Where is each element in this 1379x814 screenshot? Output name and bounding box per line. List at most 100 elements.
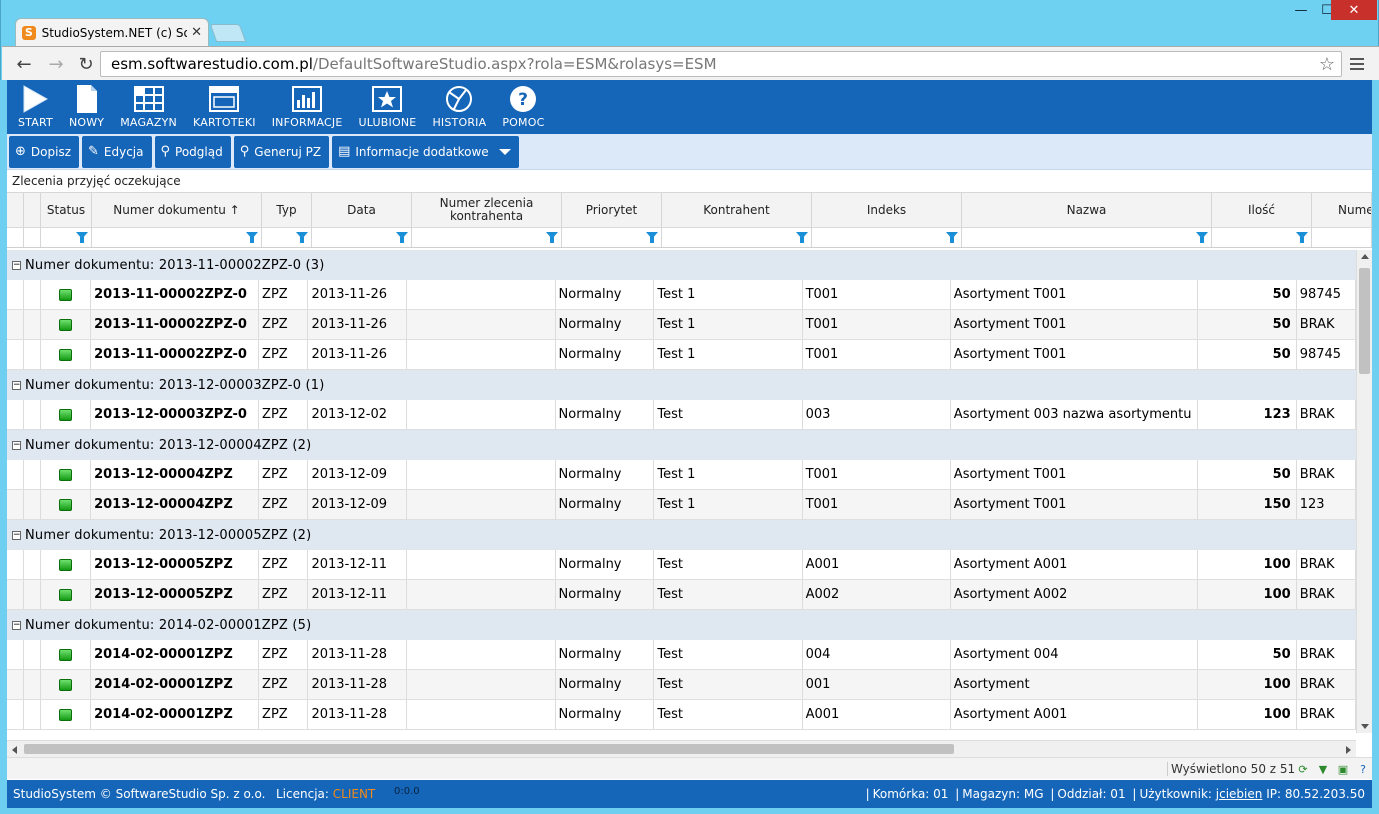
filter-ilosc[interactable] bbox=[1212, 228, 1312, 247]
table-row[interactable]: 2013-12-00005ZPZ ZPZ 2013-12-11 Normalny Tes… bbox=[7, 580, 1356, 610]
filter-icon[interactable] bbox=[796, 232, 808, 243]
save-layout-icon[interactable]: ▣ bbox=[1335, 761, 1351, 777]
filter-numer-zlecenia[interactable] bbox=[412, 228, 562, 247]
col-priorytet[interactable]: Priorytet bbox=[562, 193, 662, 227]
scroll-right-icon[interactable] bbox=[1346, 746, 1351, 754]
filter-nume[interactable] bbox=[1312, 228, 1372, 247]
scroll-thumb[interactable] bbox=[1359, 268, 1370, 374]
collapse-icon[interactable]: − bbox=[12, 380, 21, 390]
nav-start[interactable]: START bbox=[10, 80, 61, 134]
nav-magazyn[interactable]: MAGAZYN bbox=[112, 80, 185, 134]
filter-priorytet[interactable] bbox=[562, 228, 662, 247]
nav-historia[interactable]: HISTORIA bbox=[424, 80, 494, 134]
filter-icon[interactable] bbox=[246, 232, 258, 243]
bookmark-star-icon[interactable]: ☆ bbox=[1319, 54, 1335, 75]
collapse-icon[interactable]: − bbox=[12, 620, 21, 630]
filter-numer[interactable] bbox=[92, 228, 262, 247]
nav-ulubione[interactable]: ULUBIONE bbox=[351, 80, 425, 134]
filter-icon[interactable] bbox=[396, 232, 408, 243]
table-row[interactable]: 2013-12-00005ZPZ ZPZ 2013-12-11 Normalny Tes… bbox=[7, 550, 1356, 580]
nav-pomoc[interactable]: ? POMOC bbox=[494, 80, 552, 134]
export-icon[interactable]: ▼ bbox=[1315, 761, 1331, 777]
add-button[interactable]: ⊕ Dopisz bbox=[9, 135, 79, 168]
table-row[interactable]: 2013-11-00002ZPZ-0 ZPZ 2013-11-26 Normalny T… bbox=[7, 280, 1356, 310]
filter-icon[interactable] bbox=[546, 232, 558, 243]
col-data[interactable]: Data bbox=[312, 193, 412, 227]
browser-tab[interactable]: S StudioSystem.NET (c) Soft ✕ bbox=[15, 18, 209, 46]
minimize-icon[interactable]: — bbox=[1288, 0, 1314, 20]
table-row[interactable]: 2014-02-00001ZPZ ZPZ 2013-11-28 Normalny Tes… bbox=[7, 700, 1356, 730]
filter-icon[interactable] bbox=[76, 232, 88, 243]
filter-data[interactable] bbox=[312, 228, 412, 247]
filter-typ[interactable] bbox=[262, 228, 312, 247]
col-nume[interactable]: Nume bbox=[1312, 193, 1372, 227]
col-indeks[interactable]: Indeks bbox=[812, 193, 962, 227]
scroll-left-icon[interactable] bbox=[12, 746, 17, 754]
table-row[interactable]: 2014-02-00001ZPZ ZPZ 2013-11-28 Normalny Tes… bbox=[7, 640, 1356, 670]
group-row[interactable]: − Numer dokumentu: 2013-11-00002ZPZ-0 (3) bbox=[7, 250, 1356, 280]
scroll-up-icon[interactable] bbox=[1361, 254, 1369, 259]
group-row[interactable]: − Numer dokumentu: 2013-12-00003ZPZ-0 (1) bbox=[7, 370, 1356, 400]
col-numer-dokumentu[interactable]: Numer dokumentu ↑ bbox=[92, 193, 262, 227]
table-row[interactable]: 2013-12-00004ZPZ ZPZ 2013-12-09 Normalny Tes… bbox=[7, 460, 1356, 490]
row-selector[interactable] bbox=[24, 640, 41, 669]
vertical-scrollbar[interactable] bbox=[1356, 250, 1372, 733]
table-row[interactable]: 2013-12-00003ZPZ-0 ZPZ 2013-12-02 Normalny T… bbox=[7, 400, 1356, 430]
col-nazwa[interactable]: Nazwa bbox=[962, 193, 1212, 227]
back-arrow-icon[interactable]: ← bbox=[12, 52, 36, 76]
new-tab-button[interactable] bbox=[209, 24, 247, 42]
filter-icon[interactable] bbox=[1196, 232, 1208, 243]
nav-informacje[interactable]: INFORMACJE bbox=[264, 80, 351, 134]
row-selector[interactable] bbox=[24, 400, 41, 429]
tab-close-icon[interactable]: ✕ bbox=[191, 25, 202, 40]
row-selector[interactable] bbox=[24, 340, 41, 369]
filter-icon[interactable] bbox=[646, 232, 658, 243]
filter-indeks[interactable] bbox=[812, 228, 962, 247]
table-row[interactable]: 2014-02-00001ZPZ ZPZ 2013-11-28 Normalny Tes… bbox=[7, 670, 1356, 700]
generate-pz-button[interactable]: ⚲ Generuj PZ bbox=[233, 135, 330, 168]
col-kontrahent[interactable]: Kontrahent bbox=[662, 193, 812, 227]
row-selector[interactable] bbox=[24, 490, 41, 519]
user-link[interactable]: jciebien bbox=[1216, 787, 1263, 801]
row-selector[interactable] bbox=[24, 280, 41, 309]
horizontal-scrollbar[interactable] bbox=[7, 740, 1356, 757]
row-selector[interactable] bbox=[24, 460, 41, 489]
collapse-icon[interactable]: − bbox=[12, 440, 21, 450]
reload-icon[interactable]: ↻ bbox=[74, 52, 98, 76]
col-numer-zlecenia[interactable]: Numer zlecenia kontrahenta bbox=[412, 193, 562, 227]
refresh-icon[interactable]: ⟳ bbox=[1295, 761, 1311, 777]
filter-kontrahent[interactable] bbox=[662, 228, 812, 247]
more-info-dropdown[interactable]: ▤ Informacje dodatkowe bbox=[332, 135, 519, 168]
address-bar[interactable]: esm.softwarestudio.com.pl/DefaultSoftwar… bbox=[100, 51, 1342, 77]
col-typ[interactable]: Typ bbox=[262, 193, 312, 227]
scroll-down-icon[interactable] bbox=[1361, 724, 1369, 729]
filter-nazwa[interactable] bbox=[962, 228, 1212, 247]
window-close-icon[interactable]: ✕ bbox=[1331, 0, 1377, 20]
collapse-icon[interactable]: − bbox=[12, 530, 21, 540]
collapse-icon[interactable]: − bbox=[12, 260, 21, 270]
nav-nowy[interactable]: NOWY bbox=[61, 80, 112, 134]
row-selector[interactable] bbox=[24, 580, 41, 609]
group-row[interactable]: − Numer dokumentu: 2014-02-00001ZPZ (5) bbox=[7, 610, 1356, 640]
row-selector[interactable] bbox=[24, 670, 41, 699]
row-selector[interactable] bbox=[24, 550, 41, 579]
group-row[interactable]: − Numer dokumentu: 2013-12-00005ZPZ (2) bbox=[7, 520, 1356, 550]
group-row[interactable]: − Numer dokumentu: 2013-12-00004ZPZ (2) bbox=[7, 430, 1356, 460]
col-status[interactable]: Status bbox=[41, 193, 92, 227]
col-ilosc[interactable]: Ilość bbox=[1212, 193, 1312, 227]
filter-icon[interactable] bbox=[296, 232, 308, 243]
forward-arrow-icon[interactable]: → bbox=[44, 52, 68, 76]
filter-icon[interactable] bbox=[1296, 232, 1308, 243]
browser-menu-icon[interactable] bbox=[1346, 54, 1368, 74]
edit-button[interactable]: ✎ Edycja bbox=[82, 135, 152, 168]
row-selector[interactable] bbox=[24, 700, 41, 729]
nav-kartoteki[interactable]: KARTOTEKI bbox=[185, 80, 264, 134]
row-selector[interactable] bbox=[24, 310, 41, 339]
filter-icon[interactable] bbox=[946, 232, 958, 243]
table-row[interactable]: 2013-11-00002ZPZ-0 ZPZ 2013-11-26 Normalny T… bbox=[7, 310, 1356, 340]
table-row[interactable]: 2013-11-00002ZPZ-0 ZPZ 2013-11-26 Normalny T… bbox=[7, 340, 1356, 370]
scroll-thumb[interactable] bbox=[24, 744, 954, 754]
help-icon[interactable]: ? bbox=[1355, 761, 1371, 777]
preview-button[interactable]: ⚲ Podgląd bbox=[154, 135, 231, 168]
table-row[interactable]: 2013-12-00004ZPZ ZPZ 2013-12-09 Normalny Tes… bbox=[7, 490, 1356, 520]
